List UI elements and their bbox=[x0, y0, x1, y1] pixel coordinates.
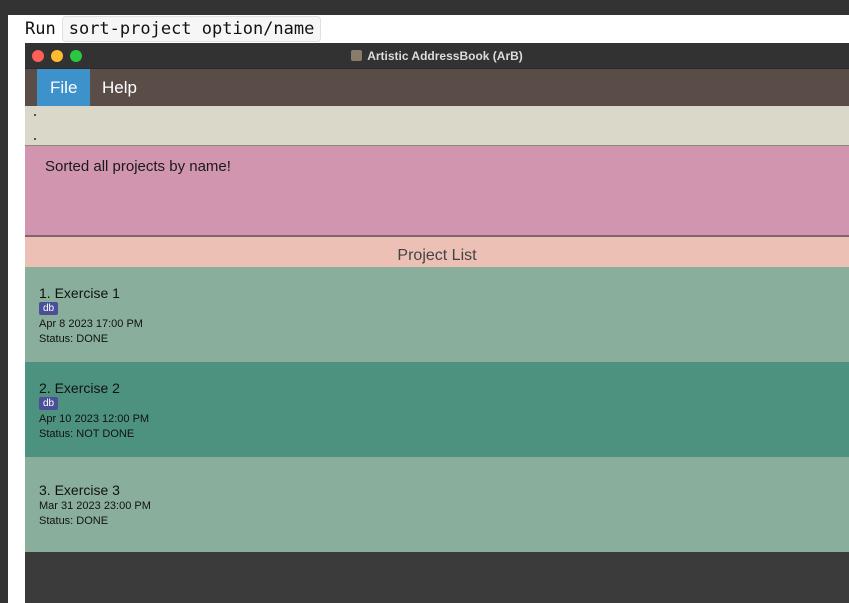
window-title-text: Artistic AddressBook (ArB) bbox=[367, 48, 523, 63]
project-card-selected[interactable]: 2. Exercise 2 db Apr 10 2023 12:00 PM St… bbox=[25, 362, 849, 457]
project-deadline: Apr 10 2023 12:00 PM bbox=[39, 413, 150, 425]
command-box-marker bbox=[34, 138, 36, 140]
app-icon bbox=[351, 50, 363, 61]
project-status: Status: DONE bbox=[39, 333, 109, 345]
project-card[interactable]: 3. Exercise 3 Mar 31 2023 23:00 PM Statu… bbox=[25, 457, 849, 552]
caption-command: sort-project option/name bbox=[61, 16, 322, 42]
project-tag: db bbox=[39, 302, 59, 315]
command-box[interactable] bbox=[25, 106, 849, 146]
project-tag: db bbox=[39, 397, 59, 410]
caption: Run sort-project option/name bbox=[25, 16, 322, 42]
project-status: Status: NOT DONE bbox=[39, 428, 135, 440]
project-deadline: Mar 31 2023 23:00 PM bbox=[39, 500, 151, 512]
top-dark-band bbox=[0, 0, 849, 15]
project-status: Status: DONE bbox=[39, 515, 109, 527]
project-card[interactable]: 1. Exercise 1 db Apr 8 2023 17:00 PM Sta… bbox=[25, 267, 849, 362]
app-window: Artistic AddressBook (ArB) File Help Sor… bbox=[25, 43, 849, 603]
project-list-header: Project List bbox=[25, 237, 849, 267]
project-name: 2. Exercise 2 bbox=[39, 380, 120, 396]
caption-prefix: Run bbox=[25, 19, 56, 39]
project-deadline: Apr 8 2023 17:00 PM bbox=[39, 318, 143, 330]
project-name: 1. Exercise 1 bbox=[39, 285, 120, 301]
window-title: Artistic AddressBook (ArB) bbox=[25, 43, 849, 68]
title-bar: Artistic AddressBook (ArB) bbox=[25, 43, 849, 69]
result-display: Sorted all projects by name! bbox=[25, 146, 849, 237]
result-message: Sorted all projects by name! bbox=[45, 158, 231, 175]
command-box-marker bbox=[34, 114, 36, 116]
left-dark-strip bbox=[0, 15, 8, 603]
menu-file[interactable]: File bbox=[37, 69, 91, 106]
menu-help[interactable]: Help bbox=[89, 69, 150, 106]
menu-bar: File Help bbox=[25, 69, 849, 106]
project-name: 3. Exercise 3 bbox=[39, 482, 120, 498]
